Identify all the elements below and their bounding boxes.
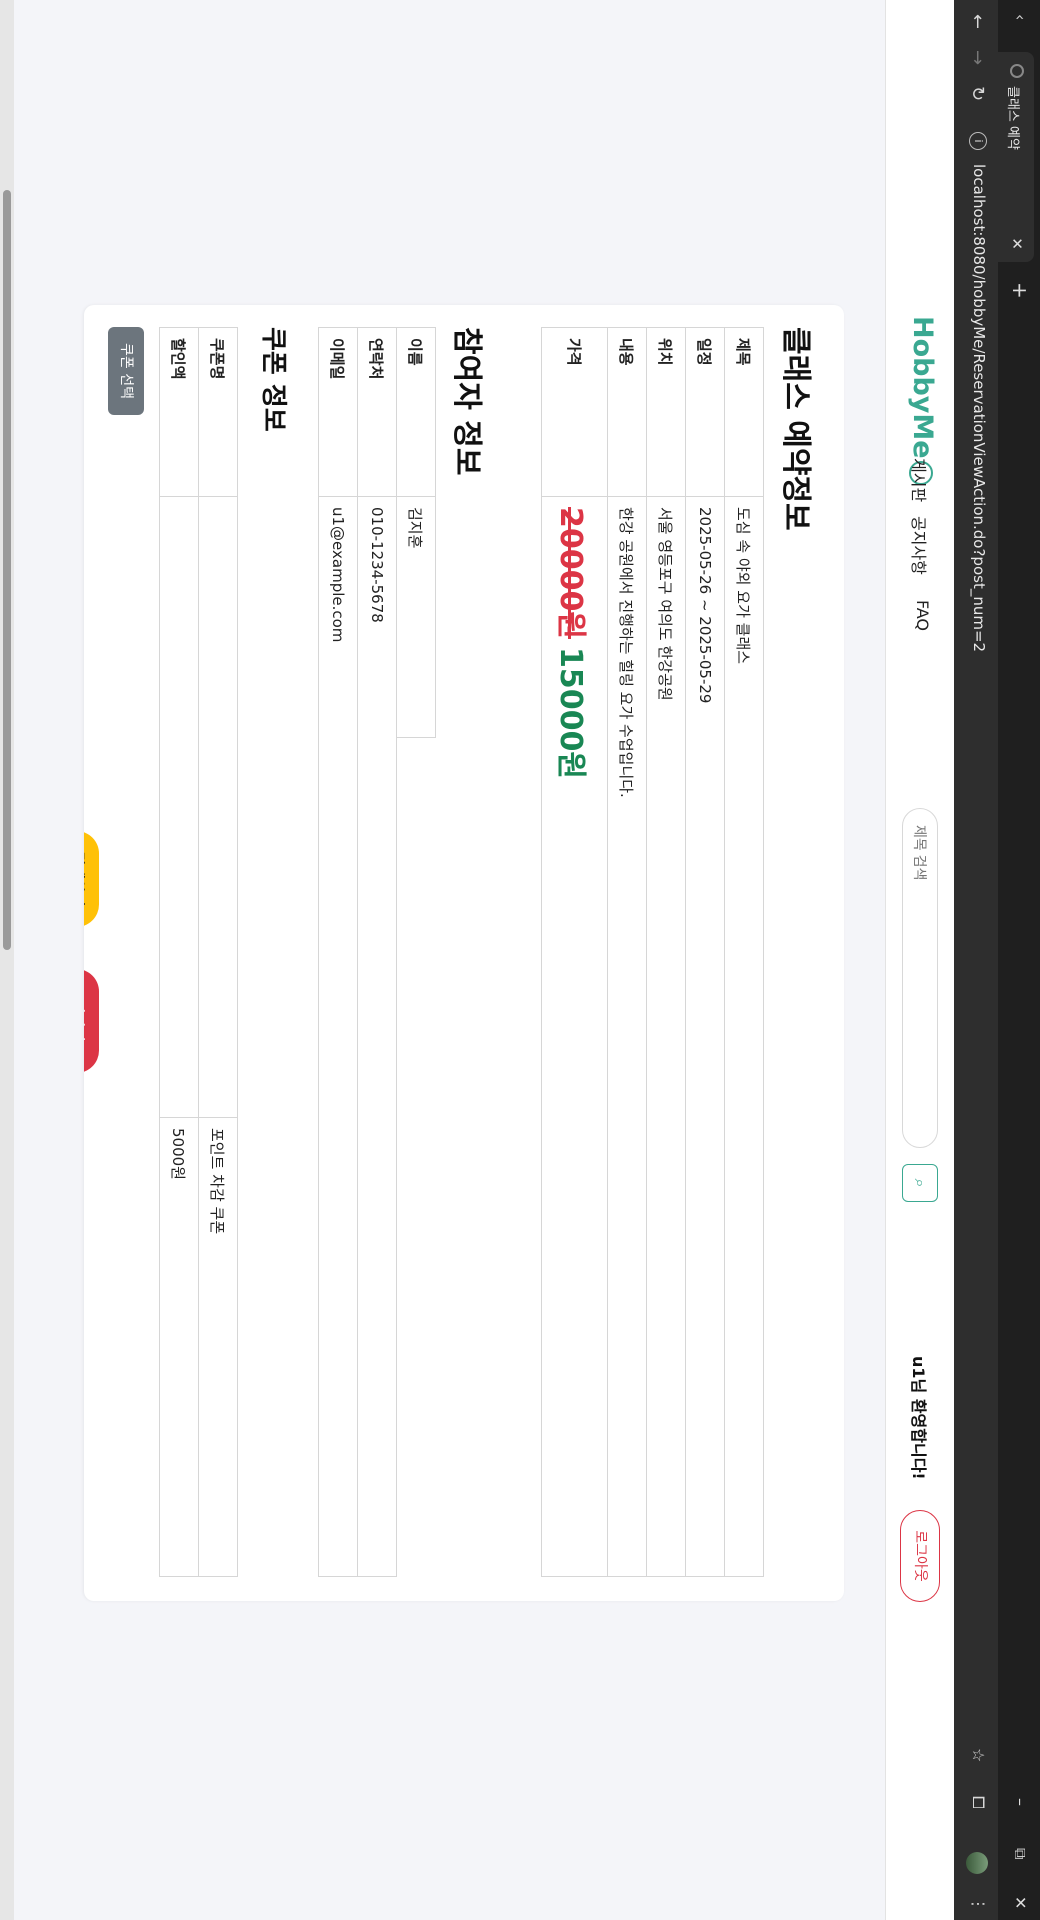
tab-favicon-icon [1010,64,1024,78]
web-page: HobbyMe 게시판 공지사항 FAQ ⌕ u1님 환영합니다! 로그아웃 클… [0,0,954,1920]
coupon-table: 쿠폰명 포인트 차감 쿠폰 할인액 5000원 [159,327,238,1577]
exit-button[interactable]: 나가기 [84,969,99,1073]
window-close-icon[interactable]: ✕ [1011,1896,1030,1909]
new-tab-icon[interactable]: + [1008,282,1032,299]
forward-icon[interactable]: → [967,50,988,65]
profile-avatar[interactable] [966,1852,988,1874]
table-row: 제목 도심 속 야외 요가 클래스 [724,327,764,1577]
search-input[interactable] [902,808,938,1148]
reservation-table: 제목 도심 속 야외 요가 클래스 일정 2025-05-26 ~ 2025-05-… [541,327,764,1577]
address-bar[interactable]: i localhost:8080/hobbyMe/ReservationViewA… [969,132,988,653]
table-row: 내용 한강 공원에서 진행하는 힐링 요가 수업입니다. [607,327,647,1577]
rotated-viewport: ‹ 클래스 예약 ✕ + – ⧉ ✕ ← → ↻ i localhost:8080… [0,0,1040,1920]
browser-toolbar: ← → ↻ i localhost:8080/hobbyMe/Reservatio… [954,0,998,1920]
extensions-icon[interactable]: ⧠ [968,1796,988,1809]
nav-faq[interactable]: FAQ [913,600,932,631]
browser-tab[interactable]: 클래스 예약 ✕ [998,52,1034,262]
table-row: 할인액 5000원 [159,327,199,1577]
minimize-icon[interactable]: – [1011,1798,1030,1806]
nav-board[interactable]: 게시판 [908,458,932,502]
discounted-price: 15000원 [553,646,589,779]
welcome-text: u1님 환영합니다! [909,1356,928,1480]
site-header: HobbyMe 게시판 공지사항 FAQ ⌕ u1님 환영합니다! 로그아웃 [885,0,954,1920]
scrollbar-thumb[interactable] [3,190,11,950]
bookmark-star-icon[interactable]: ☆ [969,1748,988,1762]
participant-table: 이름 김지훈 연락처 010-1234-5678 이메일 u1@example.com [318,327,436,1577]
search-icon: ⌕ [911,1178,930,1188]
table-row: 이메일 u1@example.com [318,327,358,1577]
table-row: 연락처 010-1234-5678 [357,327,397,1577]
horizontal-scrollbar[interactable] [0,0,14,1920]
tab-search-icon[interactable]: ‹ [1011,14,1030,20]
search-button[interactable]: ⌕ [902,1164,938,1202]
site-info-icon[interactable]: i [969,132,988,150]
price-row: 가격 20000원15000원 [541,327,608,1577]
back-icon[interactable]: ← [967,14,988,29]
table-row: 일정 2025-05-26 ~ 2025-05-29 [685,327,725,1577]
nav-notice[interactable]: 공지사항 [908,516,932,575]
reservation-card: 클래스 예약정보 제목 도심 속 야외 요가 클래스 일정 2025-05-26 ~… [84,305,844,1601]
reload-icon[interactable]: ↻ [967,86,988,101]
url-text: localhost:8080/hobbyMe/ReservationViewAc… [970,164,988,653]
logout-button[interactable]: 로그아웃 [900,1510,940,1602]
table-row: 위치 서울 영등포구 여의도 한강공원 [646,327,686,1577]
tab-title: 클래스 예약 [1005,86,1020,150]
pay-button[interactable]: 결제하기 [84,831,99,927]
original-price: 20000원 [553,507,589,639]
reservation-title: 클래스 예약정보 [778,327,813,531]
browser-menu-icon[interactable]: ⋮ [969,1896,988,1912]
participant-title: 참여자 정보 [449,327,484,476]
tab-close-icon[interactable]: ✕ [1008,237,1026,250]
coupon-title: 쿠폰 정보 [258,327,288,432]
browser-tab-strip: ‹ 클래스 예약 ✕ + – ⧉ ✕ [998,0,1040,1920]
table-row: 이름 김지훈 [396,327,436,1577]
table-row: 쿠폰명 포인트 차감 쿠폰 [198,327,238,1577]
maximize-icon[interactable]: ⧉ [1010,1848,1030,1859]
coupon-select-button[interactable]: 쿠폰 선택 [108,327,144,415]
